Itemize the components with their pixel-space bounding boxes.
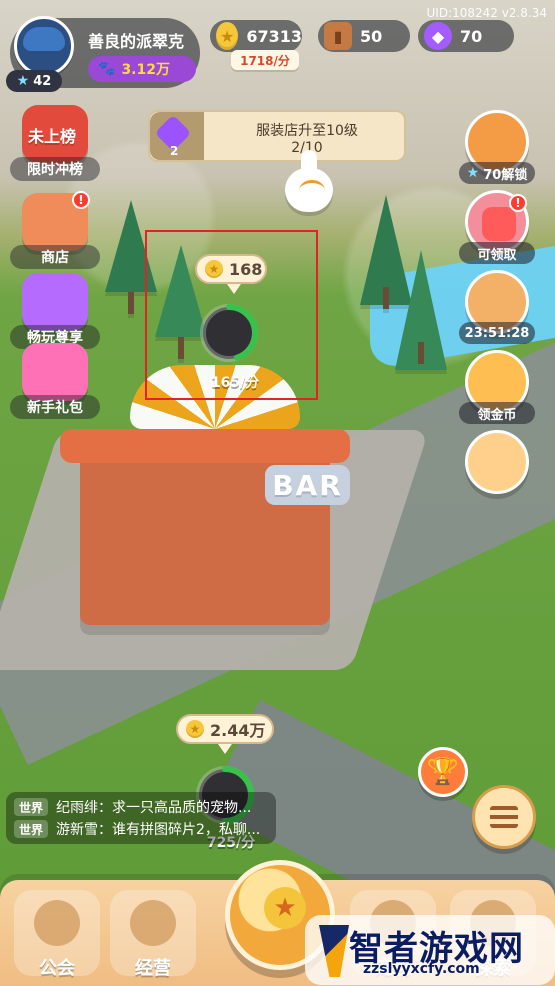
player-level-badge: ★ 42 [6,70,62,92]
watermark-url: zzslyyxcfy.com [363,961,480,977]
right-menu-label: 可领取 [459,242,535,264]
left-menu-item-newbie-pack[interactable]: 新手礼包 [10,343,100,423]
chat-row: 世界 游新雪：谁有拼图碎片2，私聊... [14,818,268,840]
top-bar: UID:108242 v2.8.34 ★ 42 善良的派翠克 🐾 3.12万 ★… [0,0,555,100]
collect-bubble-lower[interactable]: ★ 2.44万 [176,714,274,754]
bar-building[interactable]: BAR [60,429,350,625]
coins-rate: 1718/分 [231,50,299,70]
left-menu-item-rank[interactable]: 未上榜 限时冲榜 [10,105,100,185]
premium-icon [22,273,88,331]
trophy-button[interactable]: 🏆 [418,747,468,797]
uid-text: UID:108242 v2.8.34 [426,6,548,20]
collect-value-lower: 2.44万 [210,721,266,740]
world-chat[interactable]: 世界 纪雨绯：求一只高品质的宠物... 世界 游新雪：谁有拼图碎片2，私聊... [6,792,276,844]
watermark-logo [319,925,349,977]
timer-text: 23:51:28 [459,322,535,344]
watermark: 智者游戏网 zzslyyxcfy.com [305,915,555,985]
chat-channel: 世界 [14,798,48,816]
chat-channel: 世界 [14,820,48,838]
left-menu-item-shop[interactable]: ! 商店 [10,191,100,273]
wood-resource[interactable]: ▮ 50 [318,20,410,52]
guild-icon [34,900,80,946]
right-menu-item-timer[interactable]: 23:51:28 [459,270,535,356]
right-menu-label: ★ 70解锁 [459,162,535,184]
pointer-hand-icon [275,150,345,220]
chat-message: 纪雨绯：求一只高品质的宠物... [56,800,252,816]
coin-icon: ★ [205,260,223,278]
right-menu-label: 领金币 [459,402,535,424]
bar-sign: BAR [265,465,350,505]
player-avatar[interactable] [14,16,74,76]
tree [395,250,447,370]
right-menu-item-unlock[interactable]: ★ 70解锁 [459,110,535,196]
collect-value: 168 [229,259,263,279]
left-menu-label: 新手礼包 [10,395,100,419]
gems-value: 70 [460,26,483,46]
level-star-icon: ★ [16,73,30,89]
main-menu-button[interactable] [472,785,536,849]
tab-label: 公会 [39,958,75,979]
tab-label: 经营 [135,958,171,979]
chat-message: 游新雪：谁有拼图碎片2，私聊... [56,822,261,838]
right-menu-item-claim[interactable]: ! 可领取 [459,190,535,276]
quest-reward: 2 [150,112,204,160]
player-name: 善良的派翠克 [88,32,185,51]
power-value: 3.12万 [121,62,170,78]
shop-badge: ! [72,191,90,209]
left-menu-label: 限时冲榜 [10,157,100,181]
star-icon: ★ [264,887,306,929]
star-icon: ★ [466,165,480,181]
coin-icon: ★ [216,22,239,50]
collect-bubble[interactable]: ★ 168 [195,254,267,294]
gift-box-icon [482,207,516,241]
chat-row: 世界 纪雨绯：求一只高品质的宠物... [14,796,268,818]
player-power: 🐾 3.12万 [88,56,196,82]
right-menu-item-coins[interactable]: 领金币 [459,350,535,436]
right-menu-item-calendar[interactable] [459,430,535,516]
coins-value: 67313 [246,26,302,46]
gift-icon [22,343,88,401]
tap-indicator [299,180,325,201]
manage-icon [130,900,176,946]
calendar-icon [465,430,529,494]
production-progress-ring [200,304,258,362]
left-menu-item-premium[interactable]: 畅玩尊享 [10,273,100,353]
claim-badge: ! [509,194,527,212]
tab-guild[interactable]: 公会 [14,890,100,979]
trophy-icon: 🏆 [426,757,460,787]
bar-roof [60,429,350,463]
avatar-cap-icon [23,27,65,51]
coin-icon: ★ [186,720,204,738]
quest-title: 服装店升至10级 [256,123,358,139]
unlock-text: 70解锁 [483,167,528,183]
gem-icon: ◆ [424,22,452,50]
gems-resource[interactable]: ◆ 70 [418,20,514,52]
paw-icon: 🐾 [98,61,116,77]
left-menu-label: 商店 [10,245,100,269]
rank-status: 未上榜 [28,127,77,146]
wood-icon: ▮ [324,22,352,50]
player-level: 42 [33,73,52,89]
wood-value: 50 [360,26,383,46]
production-rate: 165/分 [210,375,260,391]
tab-manage[interactable]: 经营 [110,890,196,979]
hamburger-icon [490,806,518,828]
coins-resource[interactable]: ★ 67313 [210,20,302,52]
reward-count: 2 [170,144,179,158]
